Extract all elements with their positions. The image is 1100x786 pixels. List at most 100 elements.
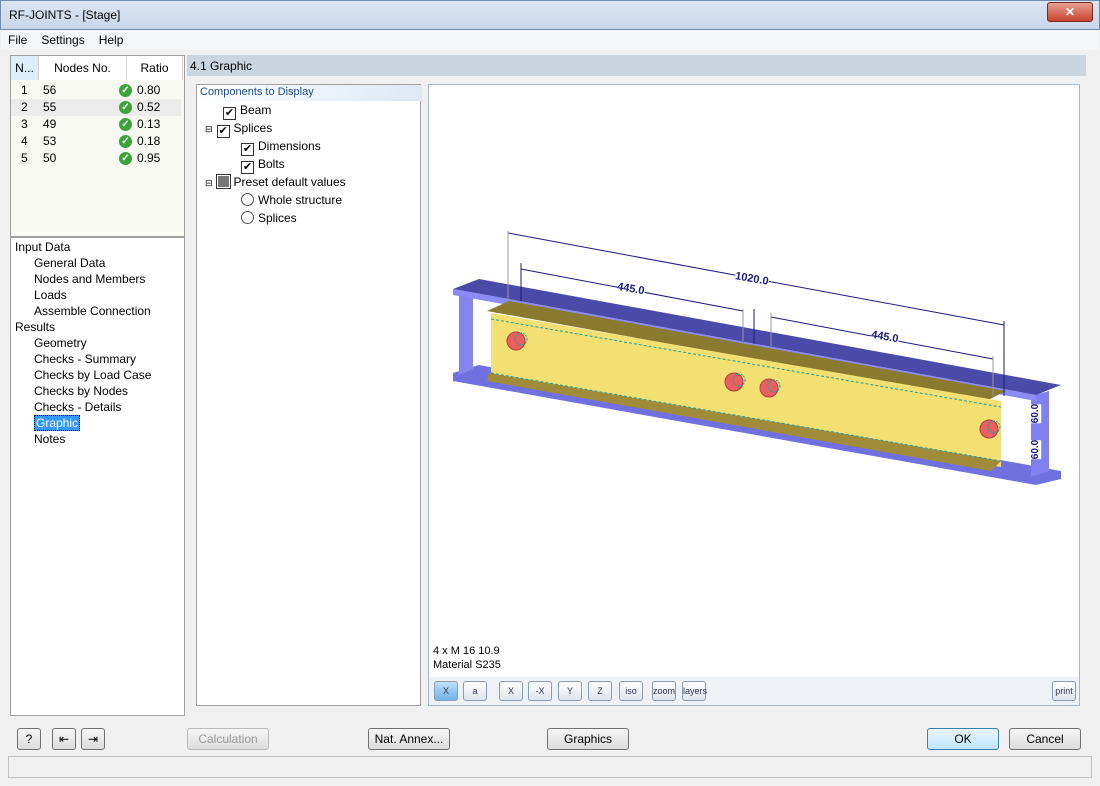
help-icon[interactable]: ? [17, 728, 41, 750]
nav-item-label: Checks by Nodes [34, 384, 129, 398]
beam-label: Beam [240, 103, 272, 117]
view-minus-x-icon[interactable]: -X [528, 681, 552, 701]
calculation-button[interactable]: Calculation [187, 728, 269, 750]
node-number: 50 [43, 151, 57, 165]
nav-item-label: Notes [34, 432, 66, 446]
nav-item-assemble-connection[interactable]: Assemble Connection [34, 304, 151, 318]
section-title: 4.1 Graphic [187, 55, 1086, 76]
cancel-button[interactable]: Cancel [1009, 728, 1081, 750]
nav-input-data[interactable]: Input Data [15, 240, 70, 254]
view-x-icon[interactable]: X [499, 681, 523, 701]
nav-item-label: General Data [34, 256, 106, 270]
node-number: 56 [43, 83, 57, 97]
graphics-button[interactable]: Graphics [547, 728, 629, 750]
col-header-node[interactable]: Nodes No. [39, 56, 127, 80]
isometric-icon[interactable]: iso [619, 681, 643, 701]
menu-file[interactable]: File [1, 30, 34, 47]
nav-item-label: Nodes and Members [34, 272, 146, 286]
components-panel: Components to Display ✔ Beam ⊟ ✔ Splices ✔ D… [196, 84, 422, 706]
bolt [506, 331, 526, 351]
close-button[interactable]: ✕ [1047, 2, 1093, 22]
table-row[interactable]: 1 56 ✓ 0.80 [11, 82, 181, 99]
nav-item-checks-by-nodes[interactable]: Checks by Nodes [34, 384, 128, 398]
nav-item-label: Assemble Connection [34, 304, 151, 318]
splices-label: Splices [233, 121, 273, 135]
nav-item-nodes-and-members[interactable]: Nodes and Members [34, 272, 145, 286]
material-info: Material S235 [433, 659, 501, 671]
table-row[interactable]: 2 55 ✓ 0.52 [11, 99, 181, 116]
ratio-value: 0.52 [137, 100, 161, 114]
nav-item-checks-by-load-case[interactable]: Checks by Load Case [34, 368, 151, 382]
view-y-icon[interactable]: Y [558, 681, 582, 701]
col-header-ratio[interactable]: Ratio [127, 56, 183, 80]
table-row[interactable]: 3 49 ✓ 0.13 [11, 116, 181, 133]
nav-item-label: Loads [34, 288, 67, 302]
dim-v1-label: 60.0 [1030, 403, 1042, 424]
beam-3d-model[interactable] [429, 85, 1079, 675]
dimension-a-icon[interactable]: a [463, 681, 487, 701]
web [459, 287, 473, 375]
dimensions-checkbox[interactable]: ✔ Dimensions [241, 139, 321, 156]
row-number: 3 [21, 117, 28, 131]
splices-checkbox[interactable]: ⊟ ✔ Splices [205, 121, 272, 138]
nodes-table: N... Nodes No. Ratio 1 56 ✓ 0.80 2 55 ✓ 0.52 3 49… [10, 55, 185, 237]
title-bar: RF-JOINTS - [Stage] ✕ [0, 0, 1100, 30]
check-ok-icon: ✓ [119, 135, 132, 148]
preset-label: Preset default values [233, 175, 346, 189]
nav-results[interactable]: Results [15, 320, 55, 334]
node-number: 49 [43, 117, 57, 131]
whole-structure-label: Whole structure [258, 193, 343, 207]
nav-item-checks-details[interactable]: Checks - Details [34, 400, 121, 414]
bolts-label: Bolts [258, 157, 285, 171]
ratio-value: 0.18 [137, 134, 161, 148]
check-ok-icon: ✓ [119, 84, 132, 97]
nav-item-label: Geometry [34, 336, 87, 350]
check-ok-icon: ✓ [119, 118, 132, 131]
next-icon[interactable]: ⇥ [81, 728, 105, 750]
nav-item-label: Checks - Details [34, 400, 122, 414]
splices-radio[interactable]: Splices [241, 211, 297, 225]
beam-checkbox[interactable]: ✔ Beam [223, 103, 271, 120]
graphic-toolbar: Xa X -X Y Ziso zoom layers print [429, 677, 1079, 705]
nav-item-general-data[interactable]: General Data [34, 256, 105, 270]
status-bar [8, 756, 1092, 778]
table-row[interactable]: 5 50 ✓ 0.95 [11, 150, 181, 167]
preset-checkbox[interactable]: ⊟ Preset default values [205, 174, 346, 189]
check-ok-icon: ✓ [119, 101, 132, 114]
bolt [759, 378, 779, 398]
zoom-reset-icon[interactable]: zoom [652, 681, 676, 701]
table-row[interactable]: 4 53 ✓ 0.18 [11, 133, 181, 150]
nav-item-label: Checks - Summary [34, 352, 137, 366]
row-number: 5 [21, 151, 28, 165]
whole-structure-radio[interactable]: Whole structure [241, 193, 342, 207]
dim-v2-label: 60.0 [1030, 439, 1042, 460]
row-number: 1 [21, 83, 28, 97]
nav-item-loads[interactable]: Loads [34, 288, 67, 302]
ok-button[interactable]: OK [927, 728, 999, 750]
bolt [979, 419, 999, 439]
node-number: 55 [43, 100, 57, 114]
menu-settings[interactable]: Settings [34, 30, 91, 47]
col-header-n[interactable]: N... [11, 56, 39, 80]
previous-icon[interactable]: ⇤ [52, 728, 76, 750]
ratio-value: 0.13 [137, 117, 161, 131]
nat-annex-button[interactable]: Nat. Annex... [368, 728, 450, 750]
nav-item-checks-summary[interactable]: Checks - Summary [34, 352, 136, 366]
dimensions-label: Dimensions [258, 139, 321, 153]
layers-icon[interactable]: layers [682, 681, 707, 701]
graphic-view[interactable]: 1020.0 445.0 445.0 60.0 60.0 4 x M 16 10… [428, 84, 1080, 706]
window-title: RF-JOINTS - [Stage] [9, 8, 121, 22]
bolts-checkbox[interactable]: ✔ Bolts [241, 157, 285, 174]
menu-help[interactable]: Help [92, 30, 131, 47]
print-icon[interactable]: print [1052, 681, 1076, 701]
bolt [724, 372, 744, 392]
dimension-x-icon[interactable]: X [434, 681, 458, 701]
nav-item-notes[interactable]: Notes [34, 432, 65, 446]
nav-item-graphic[interactable]: Graphic [34, 415, 81, 431]
nav-item-geometry[interactable]: Geometry [34, 336, 87, 350]
row-number: 4 [21, 134, 28, 148]
splices-radio-label: Splices [258, 211, 297, 225]
row-number: 2 [21, 100, 28, 114]
nav-item-label: Graphic [34, 415, 81, 431]
view-z-icon[interactable]: Z [588, 681, 612, 701]
